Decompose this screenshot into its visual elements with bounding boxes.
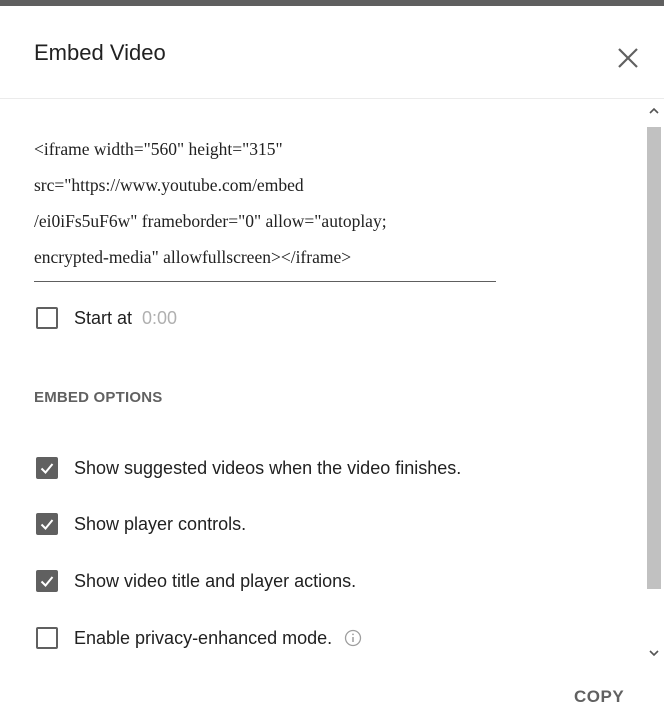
option-suggested-videos: Show suggested videos when the video fin… bbox=[36, 455, 461, 481]
start-at-label: Start at bbox=[74, 307, 133, 328]
embed-code-line: /ei0iFs5uF6w" frameborder="0" allow="aut… bbox=[34, 211, 387, 231]
start-at-checkbox[interactable] bbox=[36, 307, 58, 329]
scroll-thumb[interactable] bbox=[647, 127, 661, 589]
embed-code-textarea[interactable]: <iframe width="560" height="315" src="ht… bbox=[34, 131, 496, 282]
player-controls-checkbox[interactable] bbox=[36, 513, 58, 535]
checkmark-icon bbox=[40, 576, 54, 587]
embed-code-line: encrypted-media" allowfullscreen></ifram… bbox=[34, 247, 352, 267]
start-at-row: Start at 0:00 bbox=[36, 305, 177, 331]
dialog-footer: COPY bbox=[0, 667, 664, 724]
option-player-controls: Show player controls. bbox=[36, 511, 246, 537]
start-time-input[interactable]: 0:00 bbox=[142, 308, 177, 329]
info-icon[interactable] bbox=[344, 629, 362, 647]
dialog-title: Embed Video bbox=[34, 40, 166, 65]
dialog-header: Embed Video bbox=[0, 6, 664, 99]
privacy-mode-label: Enable privacy-enhanced mode. bbox=[74, 627, 333, 648]
embed-code-line: <iframe width="560" height="315" bbox=[34, 139, 283, 159]
dialog-content: <iframe width="560" height="315" src="ht… bbox=[0, 99, 640, 667]
checkmark-icon bbox=[40, 519, 54, 530]
privacy-mode-checkbox[interactable] bbox=[36, 627, 58, 649]
checkmark-icon bbox=[40, 463, 54, 474]
suggested-videos-label: Show suggested videos when the video fin… bbox=[74, 457, 462, 478]
embed-code-line: src="https://www.youtube.com/embed bbox=[34, 175, 304, 195]
scroll-down-icon[interactable] bbox=[648, 647, 660, 659]
video-title-label: Show video title and player actions. bbox=[74, 570, 357, 591]
video-title-checkbox[interactable] bbox=[36, 570, 58, 592]
scroll-up-icon[interactable] bbox=[648, 105, 660, 117]
option-video-title: Show video title and player actions. bbox=[36, 568, 356, 594]
close-icon[interactable] bbox=[610, 40, 646, 76]
content-scrollbar[interactable] bbox=[644, 99, 664, 667]
copy-button[interactable]: COPY bbox=[574, 687, 624, 707]
player-controls-label: Show player controls. bbox=[74, 513, 247, 534]
option-privacy-mode: Enable privacy-enhanced mode. bbox=[36, 625, 362, 651]
embed-options-heading: EMBED OPTIONS bbox=[34, 389, 163, 406]
suggested-videos-checkbox[interactable] bbox=[36, 457, 58, 479]
